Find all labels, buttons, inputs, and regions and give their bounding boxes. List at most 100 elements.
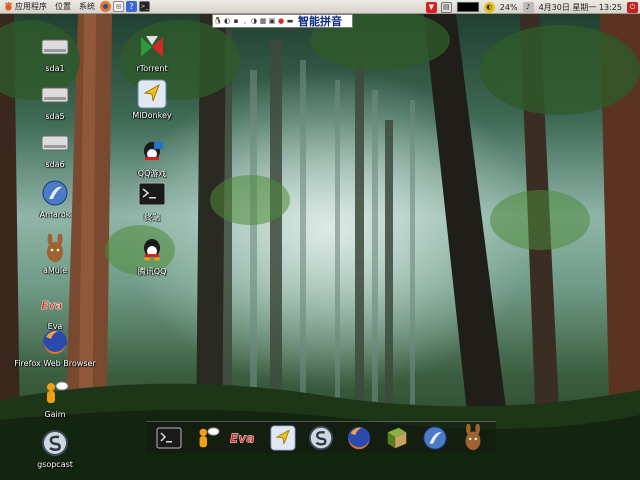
battery-tray[interactable]: ◐	[483, 1, 495, 13]
power-icon: ⏻	[629, 2, 636, 11]
svg-text:Eva: Eva	[230, 431, 255, 445]
dock-gsopcast[interactable]	[305, 424, 337, 452]
system-menu-label: 系统	[79, 2, 95, 11]
system-monitor-applet[interactable]	[456, 2, 479, 12]
dock-amarok[interactable]	[419, 424, 451, 452]
update-icon: ▼	[428, 3, 434, 11]
desktop-icon-gaim[interactable]: Gaim	[17, 378, 93, 419]
desktop-icon-gsopcast[interactable]: gsopcast	[17, 428, 93, 469]
desktop-icon-rtorrent[interactable]: rTorrent	[114, 32, 190, 73]
ime-status-bar[interactable]: 🐧 ◐ ▪ , ◑ ▦ ▣ ● ▬ 智能拼音	[212, 14, 353, 28]
desktop-icon-qq[interactable]: 腾讯QQ	[114, 234, 190, 277]
desktop-icon-label: Amarok	[39, 210, 71, 219]
desktop-icon-label: sda5	[45, 112, 65, 121]
desktop-icon-label: MlDonkey	[132, 111, 172, 120]
gsopcast-icon	[42, 430, 68, 456]
ime-width-icon[interactable]: ◑	[250, 16, 258, 26]
bottom-dock: Eva	[146, 421, 496, 453]
mail-launcher[interactable]: ✉	[113, 1, 124, 12]
dock-gaim[interactable]	[191, 424, 223, 452]
dock-terminal[interactable]	[153, 424, 185, 452]
ime-skin-icon[interactable]: ●	[277, 16, 285, 26]
gaim-icon	[199, 426, 220, 447]
mldonkey-icon	[270, 424, 296, 451]
places-menu-label: 位置	[55, 2, 71, 11]
amarok-icon	[423, 425, 447, 450]
desktop-icon-label: Firefox Web Browser	[14, 359, 96, 368]
firefox-icon	[103, 4, 108, 9]
applications-menu[interactable]: 应用程序	[0, 0, 51, 14]
desktop-icon-sda1[interactable]: sda1	[17, 32, 93, 73]
system-menu[interactable]: 系统	[75, 0, 99, 14]
gsopcast-icon	[308, 425, 334, 450]
desktop-icon-label: rTorrent	[136, 64, 168, 73]
battery-percent: 24%	[499, 2, 518, 12]
desktop-icon-firefox[interactable]: Firefox Web Browser	[14, 327, 96, 368]
ime-mode-icon[interactable]: ▪	[232, 16, 240, 26]
eva-icon: Eva	[230, 431, 255, 445]
desktop-icon-amarok[interactable]: Amarok	[17, 178, 93, 219]
update-notifier[interactable]: ▼	[425, 1, 437, 13]
places-menu[interactable]: 位置	[51, 0, 75, 14]
dock-eva[interactable]: Eva	[229, 424, 261, 452]
drive-icon	[41, 87, 69, 103]
desktop-icon-terminal[interactable]: 终端	[114, 180, 190, 223]
network-tray[interactable]: ▤	[440, 1, 452, 13]
desktop-icon-label: QQ游戏	[137, 169, 167, 178]
qq-game-icon	[144, 142, 163, 160]
desktop-icon-mldonkey[interactable]: MlDonkey	[114, 79, 190, 120]
volume-tray[interactable]: ♪	[522, 1, 534, 13]
desktop-icon-label: aMule	[42, 266, 68, 275]
terminal-launcher[interactable]: >_	[139, 1, 150, 12]
eva-icon: Eva	[41, 300, 62, 312]
battery-icon: ◐	[486, 3, 493, 11]
logout-button[interactable]: ⏻	[627, 1, 638, 13]
terminal-icon	[156, 427, 182, 448]
gnome-foot-icon	[5, 2, 12, 11]
desktop-icon-sda6[interactable]: sda6	[17, 128, 93, 169]
ime-menu-icon[interactable]: ▬	[286, 16, 294, 26]
system-tray: ▼ ▤ ◐ 24% ♪ 4月30日 星期一 13:25 ⏻	[424, 0, 640, 14]
desktop-icon-sda5[interactable]: sda5	[17, 80, 93, 121]
ime-settings-icon[interactable]: ▣	[268, 16, 276, 26]
ime-toggle-icon[interactable]: ◐	[223, 16, 231, 26]
dock-book[interactable]	[381, 424, 413, 452]
terminal-icon	[138, 182, 166, 206]
desktop-icon-label: sda1	[45, 64, 65, 73]
desktop-icon-eva[interactable]: Eva Eva	[17, 290, 93, 331]
desktop-icon-label: gsopcast	[37, 460, 73, 469]
gaim-icon	[47, 381, 69, 403]
desktop-icon-qq-game[interactable]: QQ游戏	[114, 136, 190, 179]
applications-menu-label: 应用程序	[15, 2, 47, 11]
dock-firefox[interactable]	[343, 424, 375, 452]
volume-icon: ♪	[525, 3, 531, 11]
desktop-wallpaper[interactable]	[0, 0, 640, 480]
ime-name: 智能拼音	[298, 15, 342, 28]
drive-icon	[41, 135, 69, 151]
forest-scene	[0, 10, 640, 480]
top-panel: 应用程序 位置 系统 ✉ ? >_ ▼ ▤ ◐ 24% ♪ 4月30日 星期一 …	[0, 0, 640, 14]
ime-keyboard-icon[interactable]: ▦	[259, 16, 267, 26]
help-icon: ?	[129, 2, 134, 11]
desktop-icon-amule[interactable]: aMule	[17, 234, 93, 275]
mldonkey-icon	[137, 79, 167, 109]
network-icon: ▤	[442, 3, 450, 11]
desktop-icon-label: sda6	[45, 160, 65, 169]
clock[interactable]: 4月30日 星期一 13:25	[536, 2, 625, 13]
dock-amule[interactable]	[457, 423, 489, 452]
drive-icon	[41, 39, 69, 55]
amule-icon	[465, 423, 481, 450]
book-icon	[387, 427, 407, 448]
penguin-icon: 🐧	[213, 17, 223, 25]
torrent-icon	[141, 36, 163, 57]
firefox-launcher[interactable]	[100, 1, 111, 12]
desktop-icon-label: 腾讯QQ	[137, 267, 167, 276]
dock-mldonkey[interactable]	[267, 424, 299, 452]
qq-icon	[144, 239, 160, 261]
firefox-icon	[347, 426, 371, 449]
desktop-icon-label: Gaim	[44, 410, 66, 419]
ime-punct-icon[interactable]: ,	[241, 16, 249, 26]
mail-icon: ✉	[115, 2, 122, 11]
help-launcher[interactable]: ?	[126, 1, 137, 12]
terminal-icon: >_	[140, 3, 149, 10]
